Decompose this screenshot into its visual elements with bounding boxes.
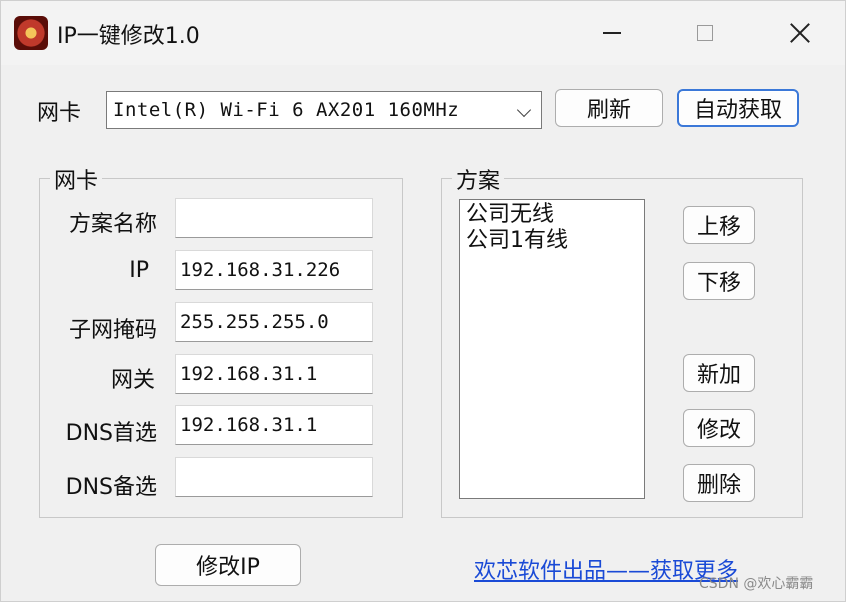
scheme-name-input[interactable] — [175, 198, 373, 238]
ip-value: 192.168.31.226 — [180, 259, 341, 281]
window-title: IP一键修改1.0 — [57, 24, 200, 49]
chevron-down-icon[interactable] — [516, 102, 532, 118]
maximize-icon[interactable] — [685, 15, 725, 51]
ip-label: IP — [129, 258, 149, 283]
adapter-select[interactable]: Intel(R) Wi-Fi 6 AX201 160MHz — [106, 91, 542, 129]
apply-ip-button[interactable]: 修改IP — [155, 544, 301, 586]
subnet-mask-input[interactable]: 255.255.255.0 — [175, 302, 373, 342]
adapter-label: 网卡 — [37, 101, 82, 126]
dns-primary-label: DNS首选 — [65, 421, 157, 446]
delete-scheme-button[interactable]: 删除 — [683, 464, 755, 502]
subnet-mask-label: 子网掩码 — [68, 318, 157, 343]
list-item[interactable]: 公司1有线 — [466, 228, 638, 254]
auto-obtain-button[interactable]: 自动获取 — [677, 89, 799, 127]
app-window: IP一键修改1.0 网卡 Intel(R) Wi-Fi 6 AX201 160M… — [0, 0, 846, 602]
dns-primary-input[interactable]: 192.168.31.1 — [175, 405, 373, 445]
gateway-input[interactable]: 192.168.31.1 — [175, 354, 373, 394]
adapter-select-value: Intel(R) Wi-Fi 6 AX201 160MHz — [113, 99, 460, 121]
dns-secondary-label: DNS备选 — [65, 475, 157, 500]
app-logo-icon — [14, 16, 48, 50]
title-bar[interactable]: IP一键修改1.0 — [1, 1, 845, 65]
close-icon[interactable] — [780, 15, 820, 51]
adapter-config-legend: 网卡 — [50, 163, 103, 195]
list-item[interactable]: 公司无线 — [466, 202, 638, 228]
move-down-button[interactable]: 下移 — [683, 262, 755, 300]
dns-primary-value: 192.168.31.1 — [180, 414, 318, 436]
minimize-icon[interactable] — [592, 15, 632, 51]
ip-input[interactable]: 192.168.31.226 — [175, 250, 373, 290]
gateway-label: 网关 — [110, 368, 155, 393]
scheme-name-label: 方案名称 — [68, 212, 157, 237]
refresh-button[interactable]: 刷新 — [555, 89, 663, 127]
move-up-button[interactable]: 上移 — [683, 206, 755, 244]
scheme-listbox[interactable]: 公司无线 公司1有线 — [459, 199, 645, 499]
add-scheme-button[interactable]: 新加 — [683, 354, 755, 392]
gateway-value: 192.168.31.1 — [180, 363, 318, 385]
edit-scheme-button[interactable]: 修改 — [683, 409, 755, 447]
dns-secondary-input[interactable] — [175, 457, 373, 497]
scheme-legend: 方案 — [452, 163, 505, 195]
watermark-text: CSDN @欢心霸霸 — [699, 576, 814, 592]
subnet-mask-value: 255.255.255.0 — [180, 311, 329, 333]
